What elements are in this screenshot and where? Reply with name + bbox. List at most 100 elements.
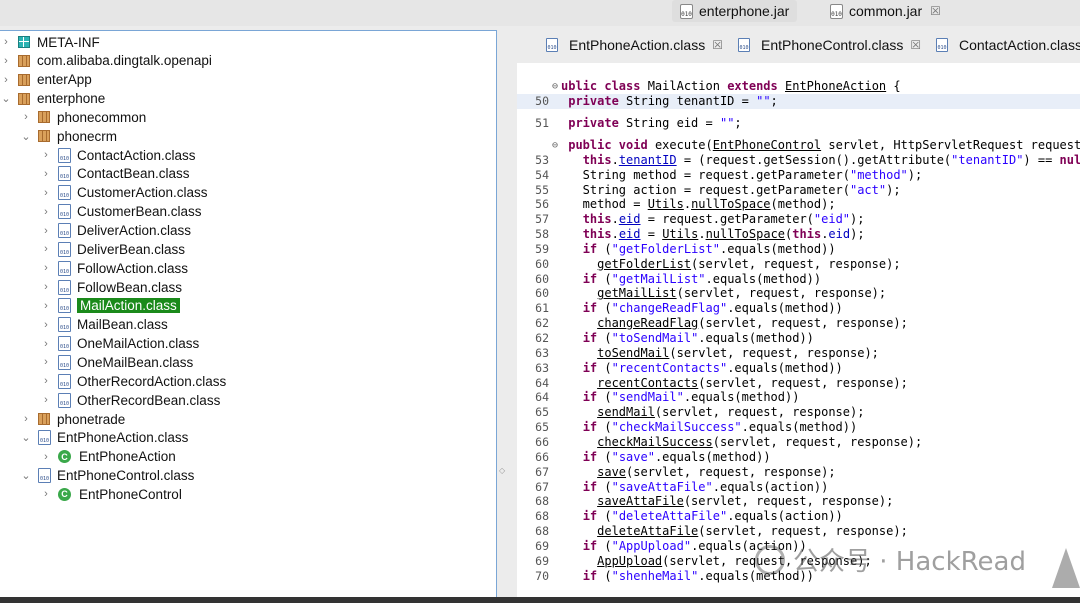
code-token: execute(: [647, 137, 713, 152]
code-token: .equals(method)): [727, 301, 843, 316]
editor-top-tab-bar: 010 enterphone.jar 010 common.jar ☒: [0, 0, 1080, 26]
chevron-right-icon[interactable]: ›: [20, 413, 32, 425]
code-token: (servlet, request, response);: [683, 494, 894, 509]
tree-item[interactable]: ⌄ 010 EntPhoneControl.class: [20, 467, 194, 485]
splitter-handle[interactable]: ◇: [499, 466, 505, 475]
tree-item[interactable]: › 010 OneMailBean.class: [40, 353, 193, 371]
code-token: sendMail: [597, 405, 655, 420]
tree-item[interactable]: › 010 MailBean.class: [40, 316, 168, 334]
code-text: ublic class MailAction extends EntPhoneA…: [561, 79, 901, 94]
chevron-right-icon[interactable]: ›: [40, 149, 52, 161]
tree-item[interactable]: › com.alibaba.dingtalk.openapi: [0, 52, 212, 70]
tree-item[interactable]: › phonecommon: [20, 108, 146, 126]
code-token: if: [582, 360, 598, 375]
chevron-right-icon[interactable]: ›: [40, 451, 52, 463]
tree-item[interactable]: › 010 DeliverAction.class: [40, 222, 191, 240]
code-token: .equals(method)): [705, 271, 822, 286]
tree-item[interactable]: › META-INF: [0, 33, 100, 51]
line-number: 65: [535, 420, 549, 435]
package-explorer-tree[interactable]: › META-INF › com.alibaba.dingtalk.openapi › e…: [0, 30, 497, 597]
tree-item[interactable]: › 010 DeliverBean.class: [40, 240, 185, 258]
chevron-down-icon[interactable]: ⌄: [20, 431, 32, 444]
chevron-right-icon[interactable]: ›: [40, 356, 52, 368]
chevron-down-icon[interactable]: ⌄: [20, 469, 32, 482]
tree-item-label: MailBean.class: [77, 317, 168, 333]
chevron-right-icon[interactable]: ›: [40, 168, 52, 180]
code-token: .: [698, 227, 706, 242]
chevron-right-icon[interactable]: ›: [40, 243, 52, 255]
line-number: 62: [535, 316, 549, 331]
tree-item[interactable]: › 010 ContactBean.class: [40, 165, 190, 183]
close-tab-icon[interactable]: ☒: [712, 38, 723, 52]
code-text: String action = request.getParameter("ac…: [561, 183, 901, 198]
tab-enterphone-jar[interactable]: 010 enterphone.jar: [672, 0, 798, 22]
code-token: "act": [849, 182, 887, 197]
package-icon: [18, 54, 30, 67]
tree-item[interactable]: › C EntPhoneControl: [40, 485, 182, 503]
chevron-right-icon[interactable]: ›: [40, 225, 52, 237]
chevron-right-icon[interactable]: ›: [0, 36, 12, 48]
line-number: 63: [535, 360, 549, 375]
tree-item[interactable]: ⌄ phonecrm: [20, 127, 117, 145]
tree-item-label: ContactAction.class: [77, 147, 196, 163]
chevron-right-icon[interactable]: ›: [0, 74, 12, 86]
tree-item[interactable]: › 010 OtherRecordAction.class: [40, 372, 226, 390]
tree-item[interactable]: › C EntPhoneAction: [40, 448, 176, 466]
chevron-right-icon[interactable]: ›: [0, 55, 12, 67]
code-token: = request.getParameter(: [640, 212, 814, 227]
tab-entphonecontrol-class[interactable]: 010 EntPhoneControl.class ☒: [738, 34, 921, 56]
fold-toggle-icon[interactable]: ⊖: [552, 138, 558, 153]
chevron-down-icon[interactable]: ⌄: [20, 130, 32, 143]
tree-item[interactable]: › 010 CustomerBean.class: [40, 203, 202, 221]
line-number: 68: [535, 494, 549, 509]
tree-item[interactable]: › 010 CustomerAction.class: [40, 184, 208, 202]
chevron-right-icon[interactable]: ›: [40, 319, 52, 331]
chevron-right-icon[interactable]: ›: [40, 262, 52, 274]
chevron-right-icon[interactable]: ›: [40, 187, 52, 199]
chevron-right-icon[interactable]: ›: [40, 300, 52, 312]
tree-item[interactable]: › 010 FollowBean.class: [40, 278, 182, 296]
class-icon: C: [58, 487, 71, 501]
chevron-right-icon[interactable]: ›: [20, 111, 32, 123]
code-token: "getFolderList": [611, 241, 720, 256]
chevron-right-icon[interactable]: ›: [40, 281, 52, 293]
close-tab-icon[interactable]: ☒: [910, 38, 921, 52]
line-number: 67: [535, 479, 549, 494]
tree-item[interactable]: › 010 FollowAction.class: [40, 259, 188, 277]
tree-item[interactable]: › 010 OneMailAction.class: [40, 335, 199, 353]
tree-item[interactable]: ⌄ 010 EntPhoneAction.class: [20, 429, 188, 447]
code-text-area[interactable]: ⊖ ublic class MailAction extends EntPhone…: [517, 63, 1080, 597]
code-line: 59 if ("getFolderList".equals(method)): [517, 242, 1080, 257]
line-number: 66: [535, 434, 549, 449]
tree-item[interactable]: › phonetrade: [20, 410, 125, 428]
chevron-right-icon[interactable]: ›: [40, 206, 52, 218]
line-number: 63: [535, 345, 549, 360]
tree-item[interactable]: ⌄ enterphone: [0, 90, 105, 108]
tab-contactaction-class[interactable]: 010 ContactAction.class: [936, 34, 1080, 56]
chevron-right-icon[interactable]: ›: [40, 375, 52, 387]
package-icon: [18, 92, 30, 105]
code-token: ;: [770, 93, 778, 108]
tab-entphoneaction-class[interactable]: 010 EntPhoneAction.class ☒: [546, 34, 723, 56]
chevron-right-icon[interactable]: ›: [40, 394, 52, 406]
tree-item[interactable]: › 010 ContactAction.class: [40, 146, 196, 164]
chevron-down-icon[interactable]: ⌄: [0, 92, 12, 105]
tree-item[interactable]: › enterApp: [0, 71, 92, 89]
code-line: 61 if ("changeReadFlag".equals(method)): [517, 301, 1080, 316]
code-token: save: [597, 464, 627, 479]
chevron-right-icon[interactable]: ›: [40, 488, 52, 500]
fold-toggle-icon[interactable]: ⊖: [552, 79, 558, 94]
tree-item-label: OtherRecordAction.class: [77, 373, 227, 389]
tree-item[interactable]: › 010 MailAction.class: [40, 297, 180, 315]
code-token: .equals(action)): [712, 479, 829, 494]
code-token: (servlet, request, response);: [698, 524, 908, 539]
close-tab-icon[interactable]: ☒: [930, 4, 941, 18]
chevron-right-icon[interactable]: ›: [40, 338, 52, 350]
tree-item[interactable]: › 010 OtherRecordBean.class: [40, 391, 220, 409]
tab-common-jar[interactable]: 010 common.jar ☒: [822, 0, 949, 22]
